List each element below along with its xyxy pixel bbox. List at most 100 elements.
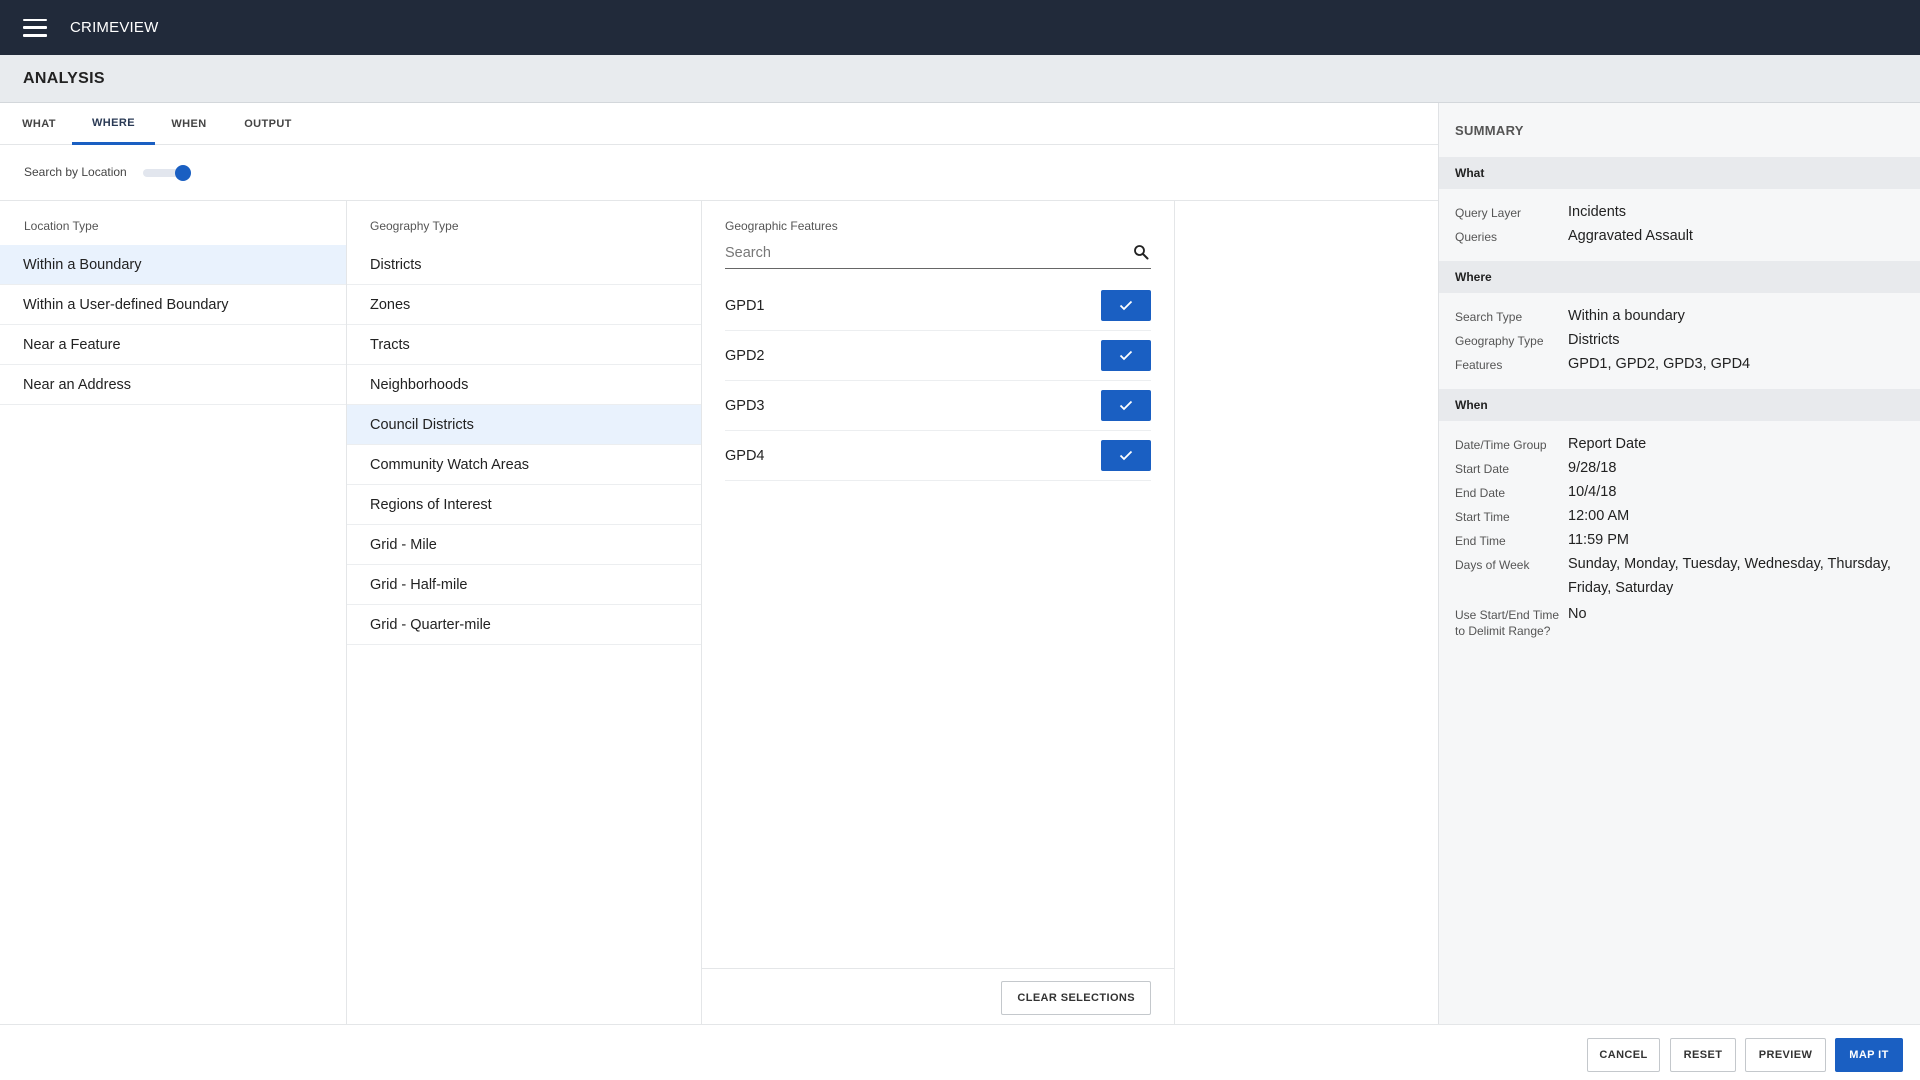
check-icon	[1119, 400, 1133, 411]
location-type-list: Within a Boundary Within a User-defined …	[0, 245, 346, 405]
clear-selections-bar: CLEAR SELECTIONS	[702, 968, 1174, 1024]
geography-type-list: Districts Zones Tracts Neighborhoods Cou…	[347, 245, 701, 645]
summary-section-header: Where	[1439, 261, 1920, 293]
summary-row: Queries Aggravated Assault	[1439, 227, 1920, 251]
geographic-features-column: Geographic Features GPD1 GPD2	[702, 201, 1175, 1024]
summary-row: Days of Week Sunday, Monday, Tuesday, We…	[1439, 555, 1920, 605]
summary-value: Aggravated Assault	[1568, 228, 1693, 244]
feature-search-input[interactable]	[725, 238, 1120, 268]
feature-checkbox[interactable]	[1101, 340, 1151, 371]
summary-value: GPD1, GPD2, GPD3, GPD4	[1568, 356, 1751, 372]
location-type-column: Location Type Within a Boundary Within a…	[0, 201, 347, 1024]
summary-value: No	[1568, 606, 1587, 622]
summary-section-header: When	[1439, 389, 1920, 421]
feature-item: GPD2	[725, 331, 1151, 381]
summary-key: Queries	[1455, 230, 1498, 244]
location-type-item[interactable]: Near a Feature	[0, 325, 346, 365]
geography-type-item[interactable]: Districts	[347, 245, 701, 285]
analysis-main-panel: WHAT WHERE WHEN OUTPUT Search by Locatio…	[0, 103, 1438, 1024]
feature-search	[725, 238, 1151, 269]
search-icon[interactable]	[1133, 244, 1149, 260]
section-header: ANALYSIS	[0, 55, 1920, 103]
geography-type-header: Geography Type	[370, 219, 459, 233]
search-by-location-toggle[interactable]	[143, 165, 191, 181]
summary-row: Features GPD1, GPD2, GPD3, GPD4	[1439, 355, 1920, 379]
summary-key: Date/Time Group	[1455, 438, 1547, 452]
toggle-knob	[175, 165, 191, 181]
summary-key: Geography Type	[1455, 334, 1544, 348]
summary-key: Start Time	[1455, 510, 1510, 524]
summary-section-header: What	[1439, 157, 1920, 189]
geography-type-column: Geography Type Districts Zones Tracts Ne…	[347, 201, 702, 1024]
summary-value: 11:59 PM	[1568, 532, 1629, 548]
feature-label: GPD1	[725, 297, 765, 314]
feature-label: GPD3	[725, 397, 765, 414]
geographic-features-header: Geographic Features	[725, 219, 838, 233]
location-type-header: Location Type	[24, 219, 99, 233]
check-icon	[1119, 450, 1133, 461]
summary-row: Use Start/End Time to Delimit Range? No	[1439, 605, 1920, 655]
geography-type-item[interactable]: Grid - Half-mile	[347, 565, 701, 605]
geography-type-item[interactable]: Zones	[347, 285, 701, 325]
reset-button[interactable]: RESET	[1670, 1038, 1736, 1072]
summary-key: Query Layer	[1455, 206, 1522, 220]
summary-key: Use Start/End Time to Delimit Range?	[1455, 608, 1560, 638]
geography-type-item[interactable]: Neighborhoods	[347, 365, 701, 405]
geography-type-item[interactable]: Council Districts	[347, 405, 701, 445]
feature-label: GPD2	[725, 347, 765, 364]
tab-bar: WHAT WHERE WHEN OUTPUT	[0, 103, 1438, 145]
summary-title: SUMMARY	[1455, 123, 1524, 138]
app-title: CRIMEVIEW	[70, 19, 159, 36]
summary-what-section: What Query Layer Incidents Queries Aggra…	[1439, 157, 1920, 251]
map-it-button[interactable]: MAP IT	[1835, 1038, 1903, 1072]
search-by-location-label: Search by Location	[24, 165, 127, 179]
location-type-item[interactable]: Within a User-defined Boundary	[0, 285, 346, 325]
summary-key: End Date	[1455, 486, 1506, 500]
geographic-features-list: GPD1 GPD2 GPD3 GPD4	[725, 281, 1151, 481]
check-icon	[1119, 350, 1133, 361]
feature-item: GPD4	[725, 431, 1151, 481]
summary-key: End Time	[1455, 534, 1506, 548]
tab-what[interactable]: WHAT	[15, 103, 63, 145]
check-icon	[1119, 300, 1133, 311]
location-type-item[interactable]: Near an Address	[0, 365, 346, 405]
hamburger-icon[interactable]	[23, 18, 47, 37]
feature-checkbox[interactable]	[1101, 290, 1151, 321]
summary-key: Start Date	[1455, 462, 1510, 476]
summary-where-section: Where Search Type Within a boundary Geog…	[1439, 261, 1920, 379]
summary-key: Features	[1455, 358, 1503, 372]
geography-type-item[interactable]: Regions of Interest	[347, 485, 701, 525]
preview-button[interactable]: PREVIEW	[1745, 1038, 1826, 1072]
summary-key: Search Type	[1455, 310, 1523, 324]
location-type-item[interactable]: Within a Boundary	[0, 245, 346, 285]
summary-panel: SUMMARY What Query Layer Incidents Queri…	[1438, 103, 1920, 1024]
summary-when-section: When Date/Time Group Report Date Start D…	[1439, 389, 1920, 655]
feature-checkbox[interactable]	[1101, 390, 1151, 421]
feature-label: GPD4	[725, 447, 765, 464]
summary-value: Districts	[1568, 332, 1620, 348]
summary-key: Days of Week	[1455, 558, 1530, 572]
search-by-location-row: Search by Location	[0, 145, 1438, 201]
summary-value: Within a boundary	[1568, 308, 1685, 324]
feature-checkbox[interactable]	[1101, 440, 1151, 471]
summary-value: Report Date	[1568, 436, 1647, 452]
tab-when[interactable]: WHEN	[164, 103, 214, 145]
cancel-button[interactable]: CANCEL	[1587, 1038, 1660, 1072]
top-bar: CRIMEVIEW	[0, 0, 1920, 55]
geography-type-item[interactable]: Community Watch Areas	[347, 445, 701, 485]
summary-value: 12:00 AM	[1568, 508, 1630, 524]
summary-value: Sunday, Monday, Tuesday, Wednesday, Thur…	[1568, 556, 1891, 596]
summary-value: 9/28/18	[1568, 460, 1617, 476]
page-title: ANALYSIS	[23, 69, 105, 87]
tab-where[interactable]: WHERE	[72, 103, 155, 145]
geography-type-item[interactable]: Tracts	[347, 325, 701, 365]
feature-item: GPD1	[725, 281, 1151, 331]
geography-type-item[interactable]: Grid - Mile	[347, 525, 701, 565]
footer-bar: CANCEL RESET PREVIEW MAP IT	[0, 1024, 1920, 1080]
geography-type-item[interactable]: Grid - Quarter-mile	[347, 605, 701, 645]
clear-selections-button[interactable]: CLEAR SELECTIONS	[1001, 981, 1151, 1015]
summary-value: Incidents	[1568, 204, 1627, 220]
tab-output[interactable]: OUTPUT	[238, 103, 298, 145]
summary-value: 10/4/18	[1568, 484, 1617, 500]
feature-item: GPD3	[725, 381, 1151, 431]
